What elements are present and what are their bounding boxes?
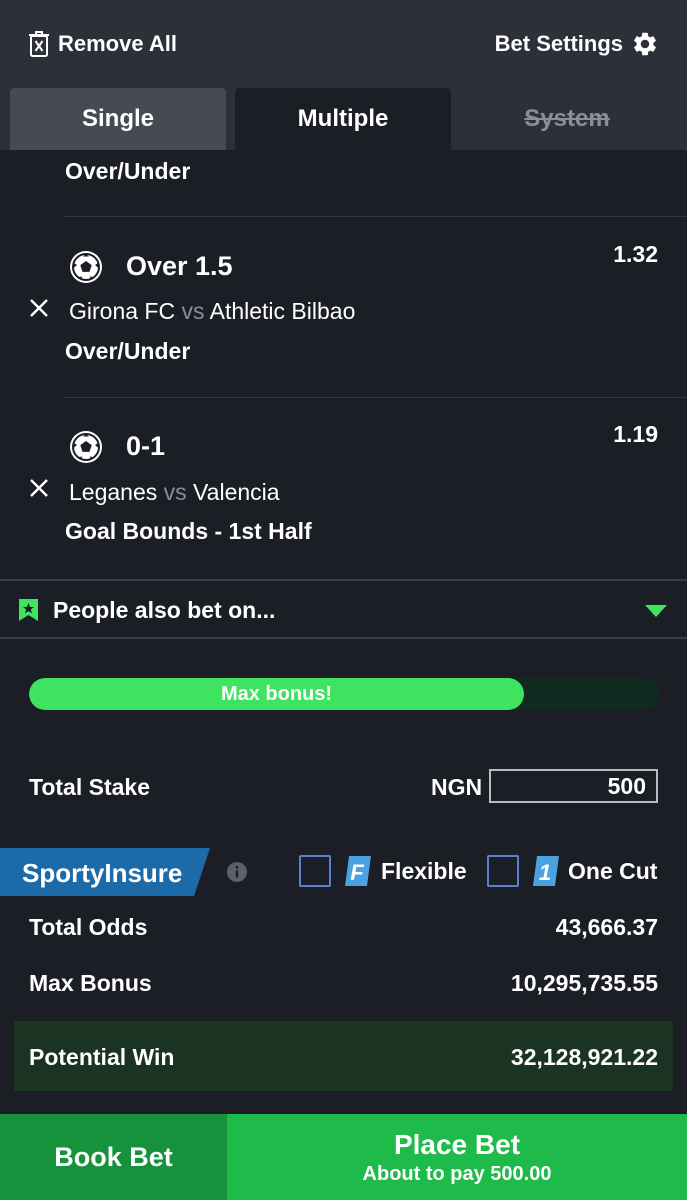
bonus-progress-bar: Max bonus! bbox=[29, 678, 659, 710]
potential-win-row: Potential Win 32,128,921.22 bbox=[14, 1021, 673, 1091]
one-cut-badge-letter: 1 bbox=[539, 860, 551, 885]
total-stake-label: Total Stake bbox=[29, 774, 150, 800]
potential-win-label: Potential Win bbox=[29, 1044, 175, 1070]
soccer-ball-icon bbox=[70, 251, 102, 283]
tab-system[interactable]: System bbox=[459, 88, 675, 150]
remove-all-label: Remove All bbox=[58, 31, 178, 56]
close-icon[interactable] bbox=[28, 297, 50, 319]
bet-settings-button[interactable]: Bet Settings bbox=[495, 28, 659, 60]
info-icon[interactable] bbox=[226, 861, 248, 883]
bet-market: Over/Under bbox=[65, 158, 191, 184]
max-bonus-value: 10,295,735.55 bbox=[510, 970, 658, 996]
divider bbox=[64, 397, 687, 398]
bet-market: Over/Under bbox=[65, 338, 191, 364]
bet-teams: Girona FC vs Athletic Bilbao bbox=[69, 298, 355, 325]
bet-pick: Over 1.5 bbox=[126, 251, 233, 281]
total-odds-label: Total Odds bbox=[29, 914, 148, 940]
one-cut-badge-icon: 1 bbox=[533, 856, 559, 886]
soccer-ball-icon bbox=[70, 431, 102, 463]
flexible-checkbox[interactable] bbox=[299, 855, 331, 887]
divider bbox=[64, 216, 687, 217]
one-cut-label: One Cut bbox=[568, 858, 658, 884]
book-bet-label: Book Bet bbox=[54, 1141, 173, 1172]
bonus-progress-label: Max bonus! bbox=[220, 682, 333, 705]
bet-market: Goal Bounds - 1st Half bbox=[65, 518, 312, 544]
vs-label: vs bbox=[163, 479, 187, 505]
currency-label: NGN bbox=[431, 774, 483, 800]
one-cut-checkbox[interactable] bbox=[487, 855, 519, 887]
tab-multiple[interactable]: Multiple bbox=[235, 88, 451, 150]
max-bonus-label: Max Bonus bbox=[29, 970, 152, 996]
potential-win-value: 32,128,921.22 bbox=[510, 1044, 658, 1070]
flexible-label: Flexible bbox=[381, 858, 467, 884]
book-bet-button[interactable]: Book Bet bbox=[0, 1114, 227, 1200]
gear-icon bbox=[634, 32, 656, 56]
place-bet-button[interactable]: Place Bet About to pay 500.00 bbox=[227, 1114, 687, 1200]
caret-down-icon bbox=[645, 605, 667, 617]
bet-odds: 1.32 bbox=[613, 241, 658, 267]
away-team: Valencia bbox=[193, 479, 280, 505]
people-also-bet-dropdown[interactable]: People also bet on... bbox=[0, 579, 687, 639]
place-bet-amount: About to pay 500.00 bbox=[362, 1162, 552, 1185]
top-bar: Remove All Bet Settings bbox=[0, 0, 687, 88]
bet-pick: 0-1 bbox=[126, 431, 166, 461]
total-odds-value: 43,666.37 bbox=[555, 914, 658, 940]
people-also-bet-label: People also bet on... bbox=[53, 597, 276, 623]
bet-settings-label: Bet Settings bbox=[494, 31, 623, 56]
place-bet-label: Place Bet bbox=[393, 1128, 521, 1160]
trash-icon bbox=[29, 31, 49, 57]
bet-teams: Leganes vs Valencia bbox=[69, 479, 280, 506]
flexible-badge-icon: F bbox=[345, 856, 371, 886]
flexible-badge-letter: F bbox=[350, 860, 364, 885]
bookmark-star-icon bbox=[19, 599, 38, 621]
stake-input[interactable] bbox=[489, 769, 658, 803]
close-icon[interactable] bbox=[28, 477, 50, 499]
sportyinsure-brand: SportyInsure bbox=[22, 858, 183, 888]
tab-single[interactable]: Single bbox=[10, 88, 226, 150]
vs-label: vs bbox=[181, 298, 205, 324]
home-team: Girona FC bbox=[69, 298, 176, 324]
away-team: Athletic Bilbao bbox=[209, 298, 356, 324]
home-team: Leganes bbox=[69, 479, 158, 505]
bet-odds: 1.19 bbox=[613, 421, 658, 447]
bet-type-tabs: Single Multiple System bbox=[0, 86, 687, 150]
remove-all-button[interactable]: Remove All bbox=[28, 28, 177, 60]
